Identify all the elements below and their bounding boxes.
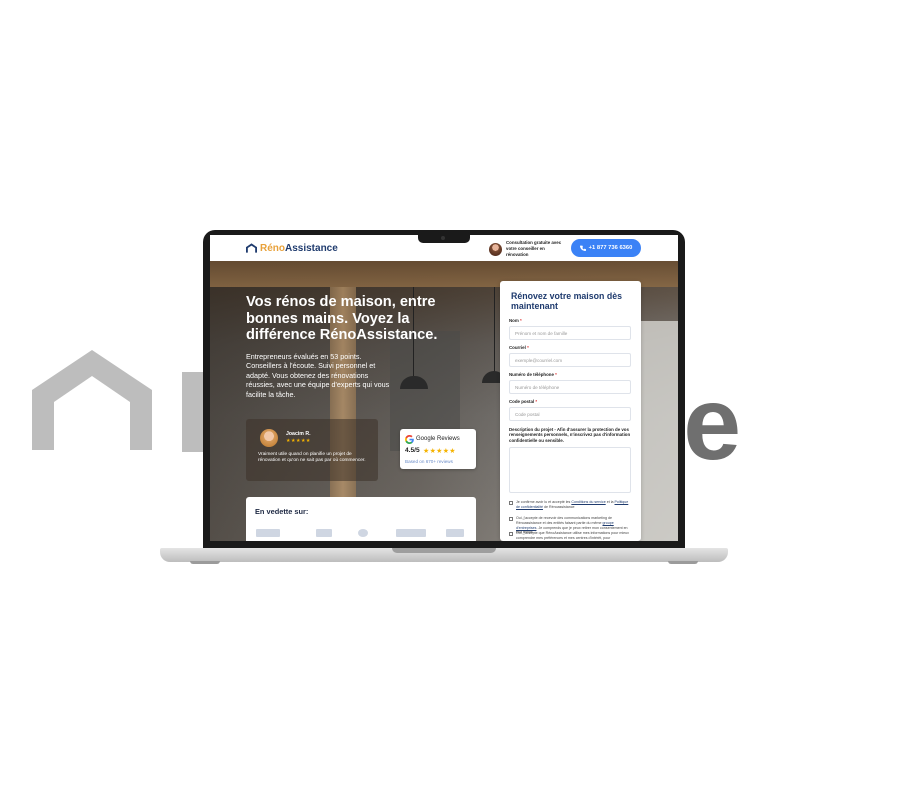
- postal-code-input[interactable]: Code postal: [509, 407, 631, 421]
- email-label-text: Courriel: [509, 345, 526, 350]
- consultation-info: Consultation gratuite avec votre conseil…: [489, 240, 566, 258]
- description-textarea[interactable]: [509, 447, 631, 493]
- google-icon: [405, 435, 414, 444]
- media-logo: [396, 529, 426, 537]
- required-mark: *: [527, 345, 529, 350]
- terms-checkbox[interactable]: [509, 500, 513, 505]
- mockup-stage: ance RénoAssistance Consultation gratuit…: [0, 0, 898, 800]
- marketing-checkbox[interactable]: [509, 516, 513, 521]
- phone-number: +1 877 736 6360: [588, 245, 633, 251]
- featured-on-section: En vedette sur:: [246, 497, 476, 541]
- terms-consent-text: Je confirme avoir lu et accepté les Cond…: [516, 500, 633, 510]
- phone-label: Numéro de téléphone *: [509, 372, 557, 377]
- hero-title: Vos rénos de maison, entre bonnes mains.…: [246, 294, 438, 343]
- testimonial-card: Joacim R. ★★★★★ Vraiment utile quand on …: [246, 419, 378, 481]
- reviewer-name: Joacim R.: [286, 431, 311, 437]
- required-mark: *: [555, 372, 557, 377]
- phone-icon: [579, 245, 586, 251]
- phone-call-button[interactable]: +1 877 736 6360: [571, 239, 641, 257]
- required-mark: *: [535, 399, 538, 404]
- google-review-count: Based on 670+ reviews: [405, 459, 453, 464]
- google-score: 4.5/5: [405, 447, 420, 454]
- google-stars-icon: ★★★★★: [423, 448, 456, 455]
- laptop-foot-right: [668, 561, 698, 564]
- testimonial-quote: Vraiment utile quand on planifie un proj…: [258, 452, 366, 464]
- laptop-foot-left: [190, 561, 220, 564]
- hero-photo-wall: [640, 321, 678, 541]
- lamp-cord: [494, 287, 495, 372]
- consent-text: de Rénoassistance: [542, 504, 575, 509]
- site-logo[interactable]: Réno Assistance: [246, 243, 338, 254]
- house-logo-icon: [32, 350, 152, 450]
- consultation-text: Consultation gratuite avec votre conseil…: [506, 240, 562, 257]
- logo-text-reno: Réno: [260, 242, 285, 254]
- email-label: Courriel *: [509, 345, 529, 350]
- logo-text-assistance: Assistance: [285, 242, 338, 254]
- featured-title: En vedette sur:: [255, 507, 309, 516]
- media-logo: [316, 529, 332, 537]
- hero-subtitle: Entrepreneurs évalués en 53 points. Cons…: [246, 352, 390, 399]
- required-mark: *: [520, 318, 522, 323]
- consent-text: Je confirme avoir lu et accepté les: [516, 500, 572, 504]
- email-input[interactable]: exemple@courriel.com: [509, 353, 631, 367]
- laptop-base-notch: [392, 548, 496, 553]
- terms-consent-row: Je confirme avoir lu et accepté les Cond…: [509, 500, 633, 510]
- name-label: Nom *: [509, 318, 522, 323]
- postal-code-label: Code postal *: [509, 399, 537, 404]
- google-reviews-title: Google Reviews: [416, 436, 460, 442]
- postal-label-text: Code postal: [509, 399, 535, 404]
- terms-link[interactable]: Conditions du service: [571, 500, 605, 504]
- personalization-consent-row: Oui, j'accepte que RénoAssistance utilis…: [509, 531, 633, 541]
- form-title: Rénovez votre maison dès maintenant: [511, 291, 622, 311]
- media-logo: [256, 529, 280, 537]
- quote-request-form: Rénovez votre maison dès maintenant Nom …: [500, 281, 641, 541]
- consent-text: Oui, j'accepte de recevoir des communica…: [516, 516, 612, 525]
- media-logo: [358, 529, 368, 537]
- phone-label-text: Numéro de téléphone: [509, 372, 554, 377]
- personalization-consent-text: Oui, j'accepte que RénoAssistance utilis…: [516, 531, 629, 540]
- house-icon: [246, 243, 257, 253]
- name-input[interactable]: Prénom et nom de famille: [509, 326, 631, 340]
- phone-input[interactable]: Numéro de téléphone: [509, 380, 631, 394]
- name-label-text: Nom: [509, 318, 519, 323]
- personalization-checkbox[interactable]: [509, 531, 513, 536]
- description-label: Description du projet - Afin d'assurer l…: [509, 427, 631, 443]
- laptop-screen: Réno Assistance Consultation gratuite ave…: [210, 235, 678, 541]
- camera-notch: [418, 233, 470, 243]
- reviewer-avatar: [260, 429, 278, 447]
- media-logo: [446, 529, 464, 537]
- advisor-avatar: [489, 242, 502, 256]
- consent-text: et la: [605, 500, 615, 504]
- star-rating-icon: ★★★★★: [286, 438, 311, 444]
- google-reviews-badge[interactable]: Google Reviews 4.5/5 ★★★★★ Based on 670+…: [400, 429, 476, 469]
